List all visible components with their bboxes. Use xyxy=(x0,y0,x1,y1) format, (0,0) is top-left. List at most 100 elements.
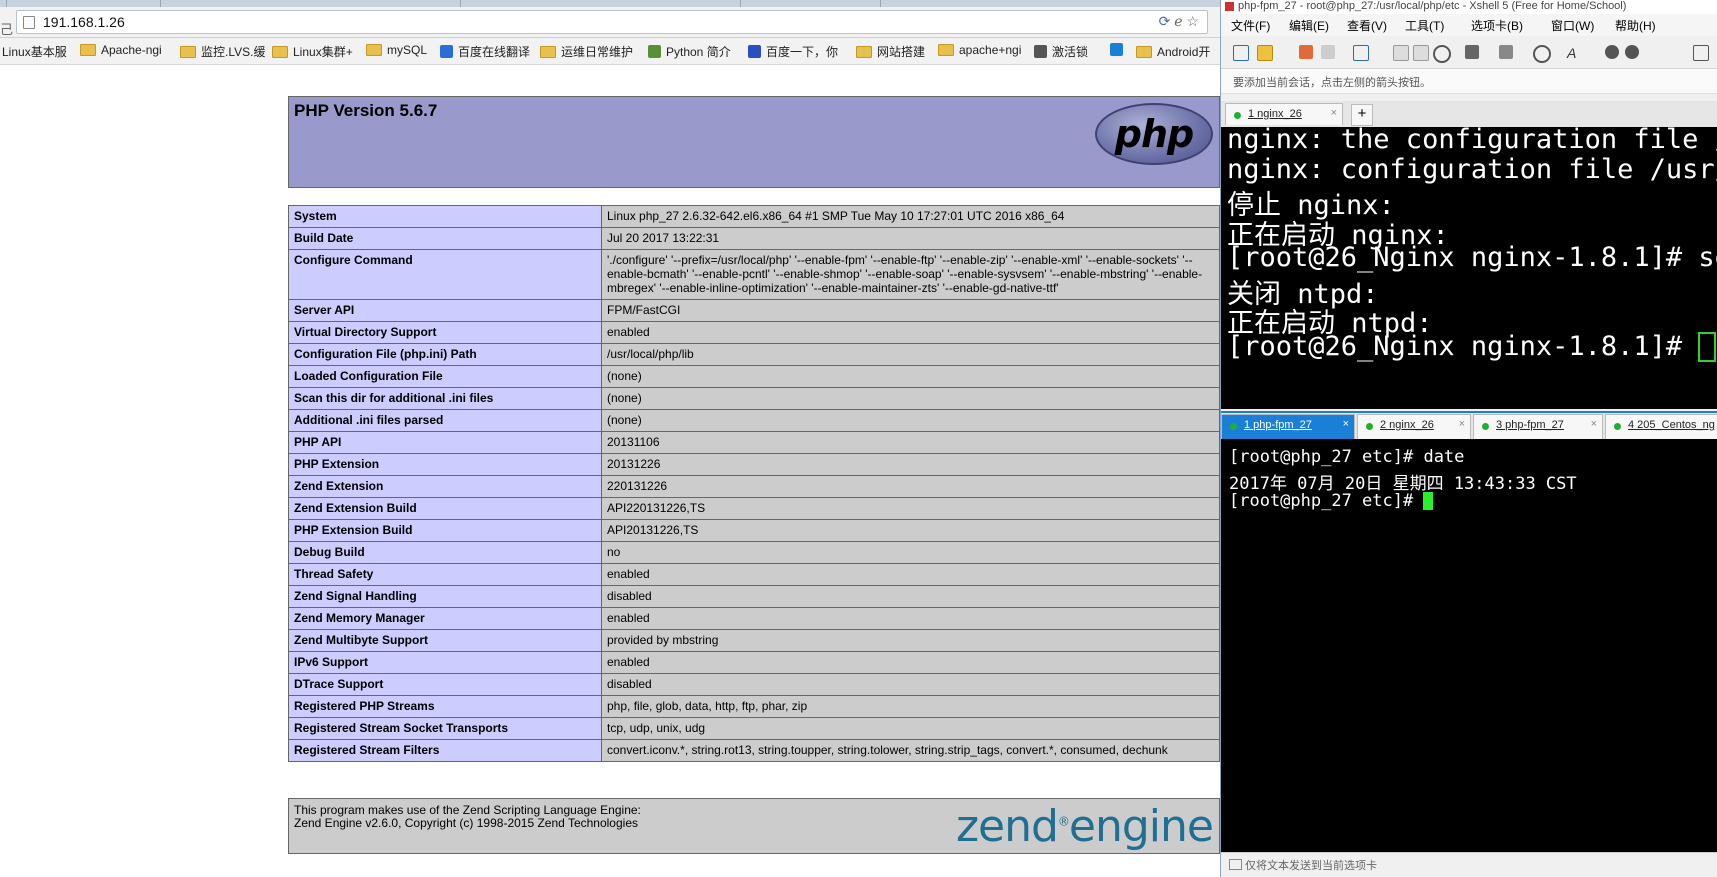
row-key: Build Date xyxy=(288,227,602,250)
row-value: 220131226 xyxy=(601,475,1220,498)
star-icon[interactable]: ☆ xyxy=(1186,13,1199,29)
menu-item[interactable]: 工具(T) xyxy=(1405,17,1444,34)
bookmark-item[interactable]: Linux集群+ xyxy=(272,43,353,60)
bookmark-label: Python 简介 xyxy=(666,45,731,59)
table-row: Zend Multibyte Support provided by mbstri… xyxy=(288,629,1220,652)
find-icon[interactable] xyxy=(1433,45,1451,63)
url-input[interactable]: 191.168.1.26 ⟳ ℯ ☆ xyxy=(16,10,1208,34)
paste-icon[interactable] xyxy=(1413,45,1429,61)
globe-icon[interactable] xyxy=(1533,45,1551,63)
transfer-icon[interactable] xyxy=(1499,45,1513,59)
phpinfo-header: PHP Version 5.6.7 php xyxy=(288,96,1220,188)
bookmark-item[interactable]: Android开 xyxy=(1136,43,1210,60)
table-row: Zend Memory Manager enabled xyxy=(288,607,1220,630)
row-value: enabled xyxy=(601,321,1220,344)
new-tab-button[interactable]: + xyxy=(1351,104,1373,126)
xftp-icon[interactable] xyxy=(1625,45,1639,59)
address-bar: 己 191.168.1.26 ⟳ ℯ ☆ xyxy=(0,7,1220,38)
page-title: PHP Version 5.6.7 xyxy=(294,101,438,120)
tab-205-centos[interactable]: 4 205_Centos_ng xyxy=(1605,414,1717,439)
table-row: Server API FPM/FastCGI xyxy=(288,299,1220,322)
menu-item[interactable]: 查看(V) xyxy=(1347,17,1387,34)
refresh-icon[interactable]: ⟳ xyxy=(1159,13,1171,29)
menu-item[interactable]: 编辑(E) xyxy=(1289,17,1329,34)
fullscreen-icon[interactable] xyxy=(1693,45,1709,61)
browser-tab[interactable] xyxy=(6,0,7,7)
print-icon[interactable] xyxy=(1465,45,1479,59)
bookmark-item[interactable]: 监控.LVS.缓 xyxy=(180,43,265,60)
bookmark-item[interactable]: 百度在线翻译 xyxy=(440,43,530,60)
toolbar: A xyxy=(1221,36,1717,69)
row-key: IPv6 Support xyxy=(288,651,602,674)
tab-nginx-26[interactable]: 2 nginx_26 × xyxy=(1357,414,1471,439)
connected-icon xyxy=(1234,112,1241,119)
bookmark-item[interactable]: Python 简介 xyxy=(648,43,731,60)
browser-tab[interactable] xyxy=(880,0,881,7)
row-key: Zend Memory Manager xyxy=(288,607,602,630)
bookmark-item[interactable]: apache+ngi xyxy=(938,43,1021,57)
bookmark-label: apache+ngi xyxy=(959,43,1022,57)
row-value: 20131226 xyxy=(601,453,1220,476)
tab-php-fpm-27-b[interactable]: 3 php-fpm_27 × xyxy=(1473,414,1603,439)
bookmark-item[interactable]: mySQL xyxy=(366,43,427,57)
row-value: php, file, glob, data, http, ftp, phar, … xyxy=(601,695,1220,718)
close-icon[interactable]: × xyxy=(1331,107,1337,119)
bookmark-item[interactable]: 百度一下，你 xyxy=(748,43,838,60)
send-text-label: 仅将文本发送到当前选项卡 xyxy=(1245,860,1377,872)
row-value: disabled xyxy=(601,673,1220,696)
translate-icon xyxy=(440,45,453,58)
table-row: DTrace Support disabled xyxy=(288,673,1220,696)
row-value: /usr/local/php/lib xyxy=(601,343,1220,366)
bookmark-item[interactable]: 运维日常维护 xyxy=(540,43,633,60)
font-icon[interactable]: A xyxy=(1567,45,1581,61)
row-value: (none) xyxy=(601,387,1220,410)
browser-tab[interactable] xyxy=(160,0,161,7)
xshell-title-bar: php-fpm_27 - root@php_27:/usr/local/php/… xyxy=(1221,0,1717,14)
script-icon[interactable] xyxy=(1605,45,1619,59)
disconnect-icon[interactable] xyxy=(1321,45,1335,59)
bookmark-item[interactable]: 激活锁 xyxy=(1034,43,1088,60)
send-text-bar[interactable]: 仅将文本发送到当前选项卡 xyxy=(1221,852,1717,875)
bookmark-label: 百度在线翻译 xyxy=(458,45,531,59)
browser-tab[interactable] xyxy=(460,0,461,7)
menu-item[interactable]: 文件(F) xyxy=(1231,17,1270,34)
row-key: Registered Stream Socket Transports xyxy=(288,717,602,740)
zend-engine-logo[interactable]: zend®engine xyxy=(956,801,1214,852)
copy-icon[interactable] xyxy=(1393,45,1409,61)
close-icon[interactable]: × xyxy=(1459,418,1465,430)
row-key: Additional .ini files parsed xyxy=(288,409,602,432)
menu-item[interactable]: 选项卡(B) xyxy=(1471,17,1523,34)
table-row: Build Date Jul 20 2017 13:22:31 xyxy=(288,227,1220,250)
browser-tab-strip xyxy=(0,0,1220,7)
menu-item[interactable]: 窗口(W) xyxy=(1551,17,1594,34)
bookmark-item[interactable] xyxy=(1110,43,1128,56)
properties-icon[interactable] xyxy=(1353,45,1369,61)
row-value: Linux php_27 2.6.32-642.el6.x86_64 #1 SM… xyxy=(601,205,1220,228)
tab-php-fpm-27[interactable]: 1 php-fpm_27 × xyxy=(1221,414,1355,439)
close-icon[interactable]: × xyxy=(1343,418,1349,430)
open-icon[interactable] xyxy=(1257,45,1273,61)
table-row: PHP Extension Build API20131226,TS xyxy=(288,519,1220,542)
bookmark-item[interactable]: 网站搭建 xyxy=(856,43,925,60)
bookmark-item[interactable]: Linux基本服 xyxy=(2,43,67,60)
terminal-pane-top[interactable]: nginx: the configuration file / nginx: co… xyxy=(1221,127,1717,409)
reconnect-icon[interactable] xyxy=(1299,45,1313,59)
php-logo[interactable]: php xyxy=(1095,103,1213,165)
folder-icon xyxy=(80,44,96,56)
browser-tab[interactable] xyxy=(740,0,741,7)
xshell-window: php-fpm_27 - root@php_27:/usr/local/php/… xyxy=(1220,0,1717,877)
tab-nginx-26[interactable]: 1 nginx_26 × xyxy=(1225,103,1343,125)
bookmark-item[interactable]: Apache-ngi xyxy=(80,43,162,57)
ie-mode-icon[interactable]: ℯ xyxy=(1174,13,1182,29)
terminal-line-text: [root@26_Nginx nginx-1.8.1]# xyxy=(1227,330,1699,362)
menu-item[interactable]: 帮助(H) xyxy=(1615,17,1656,34)
row-value: enabled xyxy=(601,651,1220,674)
bookmark-label: Linux集群+ xyxy=(293,45,353,59)
new-session-icon[interactable] xyxy=(1233,45,1249,61)
bookmark-label: 激活锁 xyxy=(1052,45,1089,59)
terminal-pane-bottom[interactable]: [root@php_27 etc]# date 2017年 07月 20日 星期四… xyxy=(1221,439,1717,852)
close-icon[interactable]: × xyxy=(1591,418,1597,430)
row-value: convert.iconv.*, string.rot13, string.to… xyxy=(601,739,1220,762)
row-value: enabled xyxy=(601,563,1220,586)
table-row: Configure Command './configure' '--prefix… xyxy=(288,249,1220,300)
